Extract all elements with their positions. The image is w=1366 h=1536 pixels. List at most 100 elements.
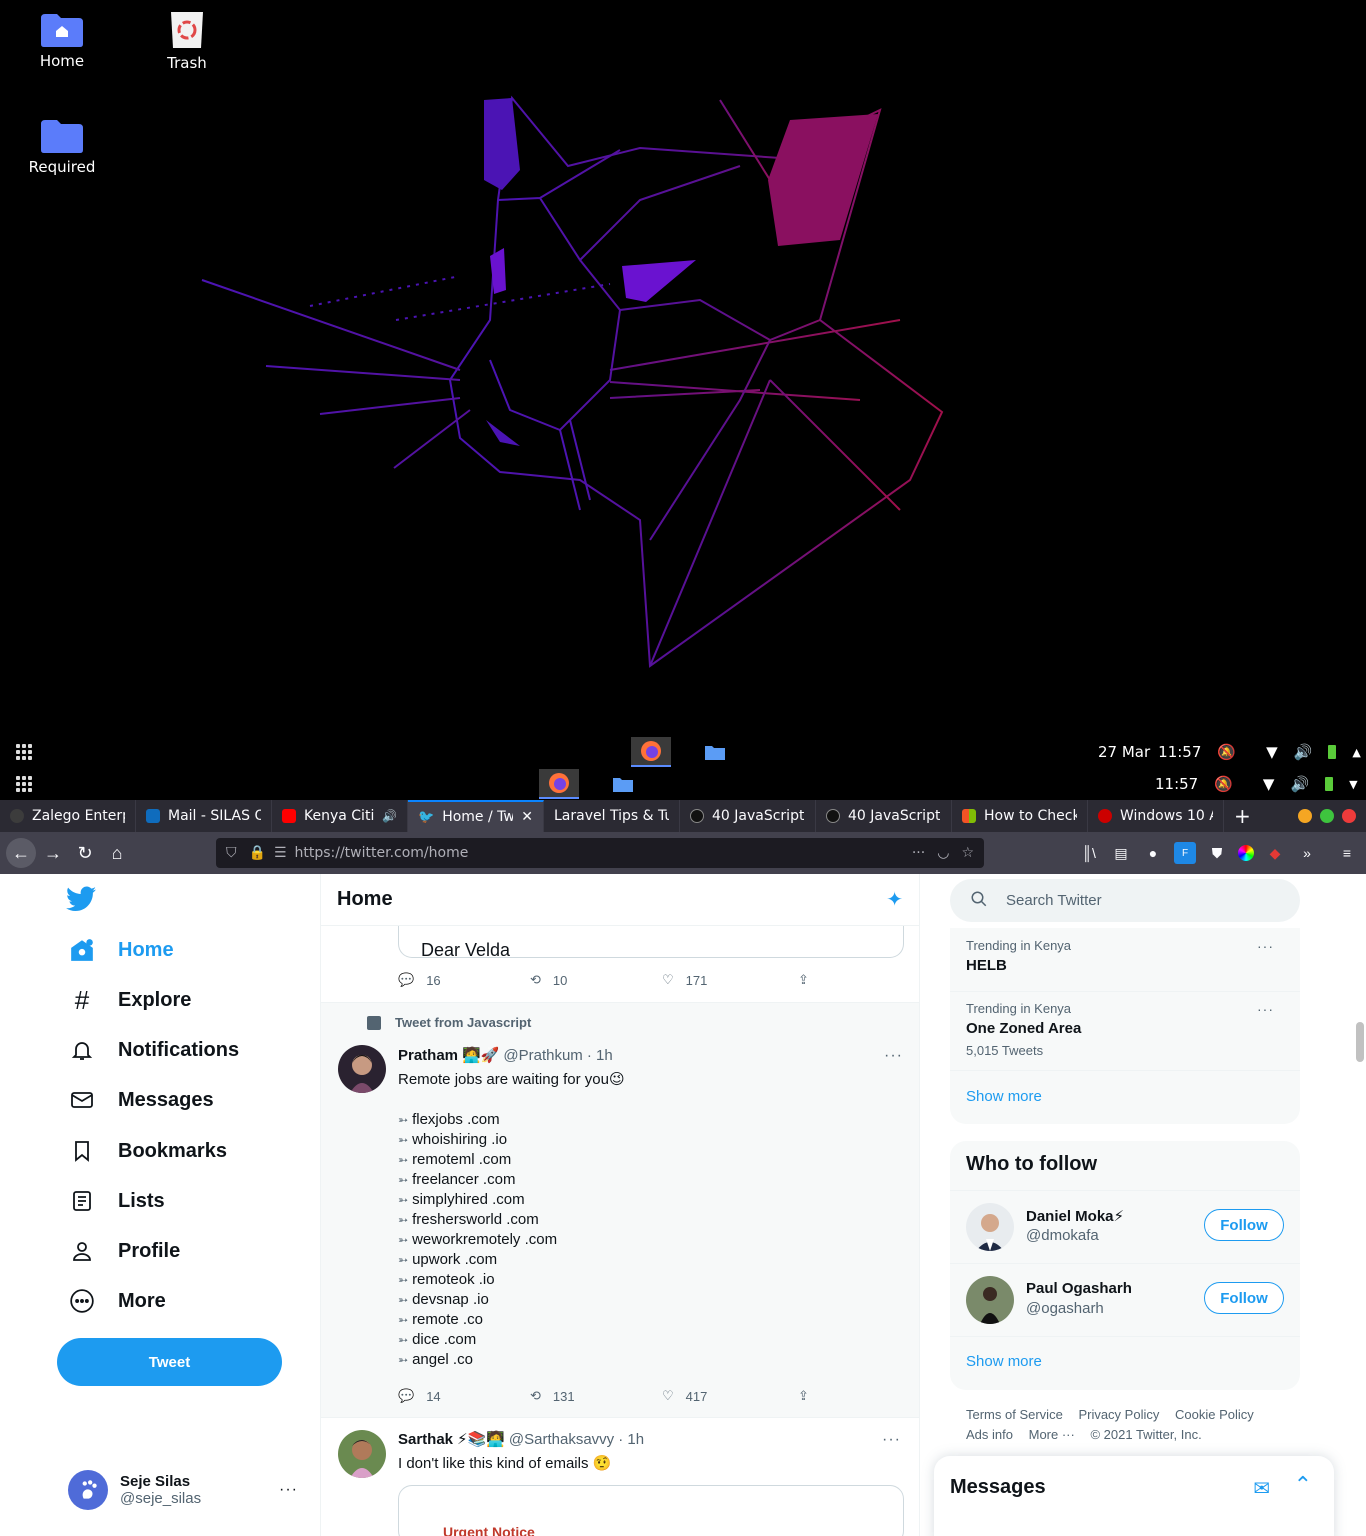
link-text[interactable]: freshersworld .com xyxy=(412,1211,539,1228)
color-picker-icon[interactable] xyxy=(1238,845,1254,861)
tab-audio-icon[interactable]: 🔊 xyxy=(382,809,397,823)
link-text[interactable]: whoishiring .io xyxy=(412,1131,507,1148)
eraser-icon[interactable]: ◆ xyxy=(1264,842,1286,864)
url-text[interactable]: https://twitter.com/home xyxy=(295,845,469,861)
tweet-article[interactable]: Tweet from Javascript Pratham 🧑‍💻🚀 @Prat… xyxy=(321,1003,919,1417)
follow-suggestion[interactable]: Daniel Moka⚡ @dmokafa Follow xyxy=(950,1191,1300,1263)
desktop-icon-trash[interactable]: Trash xyxy=(142,10,232,72)
link-text[interactable]: upwork .com xyxy=(412,1251,497,1268)
library-icon[interactable]: ║\ xyxy=(1078,842,1100,864)
avatar[interactable] xyxy=(338,1045,386,1093)
apps-grid-icon[interactable] xyxy=(16,744,32,760)
trend-more-icon[interactable]: ··· xyxy=(1257,1001,1274,1017)
quoted-card[interactable]: Dear Velda xyxy=(398,926,904,958)
follow-suggestion[interactable]: Paul Ogasharh @ogasharh Follow xyxy=(950,1264,1300,1336)
nav-lists[interactable]: Lists xyxy=(66,1185,165,1217)
nav-bookmarks[interactable]: Bookmarks xyxy=(66,1135,227,1167)
search-input[interactable]: Search Twitter xyxy=(950,879,1300,922)
tweet-time[interactable]: · 1h xyxy=(618,1431,644,1448)
nav-profile[interactable]: Profile xyxy=(66,1235,180,1267)
panel-date[interactable]: 27 Mar xyxy=(1098,743,1150,761)
hamburger-menu-icon[interactable]: ≡ xyxy=(1336,842,1358,864)
link-text[interactable]: freelancer .com xyxy=(412,1171,515,1188)
notifications-muted-icon[interactable]: 🔕 xyxy=(1214,775,1233,793)
media-card[interactable]: Urgent Notice xyxy=(398,1485,904,1536)
desktop-icon-home[interactable]: Home xyxy=(17,12,107,70)
like-button[interactable]: ♡ 417 xyxy=(662,1388,794,1404)
tweet-button[interactable]: Tweet xyxy=(57,1338,282,1386)
taskbar-files[interactable] xyxy=(695,737,735,767)
panel-time[interactable]: 11:57 xyxy=(1158,743,1201,761)
tab-mail[interactable]: Mail - SILAS O xyxy=(136,800,272,832)
battery-icon[interactable] xyxy=(1328,745,1337,759)
share-button[interactable]: ⇪ xyxy=(798,1388,809,1404)
tab-close-icon[interactable]: ✕ xyxy=(521,809,533,825)
twitter-logo-icon[interactable] xyxy=(66,886,96,912)
retweet-button[interactable]: ⟲ 10 xyxy=(530,972,662,988)
retweet-button[interactable]: ⟲ 131 xyxy=(530,1388,662,1404)
tray-menu-arrow-icon[interactable]: ▲ xyxy=(1352,746,1360,759)
wifi-icon[interactable]: ▼ xyxy=(1266,743,1278,761)
link-text[interactable]: remoteml .com xyxy=(412,1151,511,1168)
tab-kenya-citizen[interactable]: Kenya Citiz 🔊 xyxy=(272,800,408,832)
url-bar[interactable]: ⛉ 🔒 ☰ https://twitter.com/home ··· ◡ ☆ xyxy=(216,838,984,868)
account-icon[interactable]: ● xyxy=(1142,842,1164,864)
terms-link[interactable]: Terms of Service xyxy=(966,1407,1063,1422)
nav-more[interactable]: More xyxy=(66,1285,166,1317)
avatar[interactable] xyxy=(338,1430,386,1478)
tab-laravel-tips[interactable]: Laravel Tips & Tu xyxy=(544,800,680,832)
link-text[interactable]: simplyhired .com xyxy=(412,1191,525,1208)
new-message-icon[interactable]: ✉ xyxy=(1253,1476,1270,1501)
author-handle[interactable]: @Sarthaksavvy xyxy=(509,1431,614,1448)
page-scrollbar[interactable] xyxy=(1356,1022,1364,1062)
link-text[interactable]: dice .com xyxy=(412,1331,476,1348)
expand-up-icon[interactable]: ⌃ xyxy=(1294,1472,1312,1498)
link-text[interactable]: remote .co xyxy=(412,1311,483,1328)
tab-twitter-home[interactable]: 🐦 Home / Twi ✕ xyxy=(408,800,544,832)
account-switcher[interactable]: Seje Silas @seje_silas ··· xyxy=(68,1470,298,1510)
show-more-link[interactable]: Show more xyxy=(966,1088,1042,1105)
desktop-icon-required[interactable]: Required xyxy=(17,118,107,176)
link-text[interactable]: weworkremotely .com xyxy=(412,1231,557,1248)
show-more-link[interactable]: Show more xyxy=(966,1353,1042,1370)
minimize-button[interactable] xyxy=(1298,809,1312,823)
tweet-more-icon[interactable]: ··· xyxy=(882,1431,901,1449)
reload-button[interactable]: ↻ xyxy=(70,838,100,868)
reply-button[interactable]: 💬 14 xyxy=(398,1388,530,1404)
link-text[interactable]: angel .co xyxy=(412,1351,473,1368)
pocket-icon[interactable]: ◡ xyxy=(937,845,949,861)
account-more-icon[interactable]: ··· xyxy=(279,1481,298,1499)
overflow-chevron-icon[interactable]: » xyxy=(1296,842,1318,864)
taskbar-files[interactable] xyxy=(603,769,643,799)
sidebar-icon[interactable]: ▤ xyxy=(1110,842,1132,864)
avatar[interactable] xyxy=(966,1203,1014,1251)
sparkle-icon[interactable]: ✦ xyxy=(886,887,903,912)
privacy-badger-icon[interactable]: ⛊ xyxy=(1206,842,1228,864)
tab-javascript-2[interactable]: 40 JavaScript xyxy=(816,800,952,832)
apps-grid-icon[interactable] xyxy=(16,776,32,792)
link-text[interactable]: flexjobs .com xyxy=(412,1111,500,1128)
home-button[interactable]: ⌂ xyxy=(102,838,132,868)
wifi-icon[interactable]: ▼ xyxy=(1263,775,1275,793)
permissions-icon[interactable]: ☰ xyxy=(274,845,287,861)
notifications-muted-icon[interactable]: 🔕 xyxy=(1217,743,1236,761)
footer-more-link[interactable]: More ··· xyxy=(1029,1427,1075,1442)
follow-button[interactable]: Follow xyxy=(1204,1282,1284,1314)
shield-icon[interactable]: ⛉ xyxy=(226,845,237,861)
trend-more-icon[interactable]: ··· xyxy=(1257,938,1274,954)
tab-how-to-check[interactable]: How to Check xyxy=(952,800,1088,832)
new-tab-plus-icon[interactable]: + xyxy=(1234,804,1251,828)
tab-zalego[interactable]: Zalego Enterp xyxy=(0,800,136,832)
battery-icon[interactable] xyxy=(1325,777,1334,791)
trend-item[interactable]: Trending in Kenya One Zoned Area 5,015 T… xyxy=(966,1001,1284,1058)
cookie-link[interactable]: Cookie Policy xyxy=(1175,1407,1254,1422)
follow-button[interactable]: Follow xyxy=(1204,1209,1284,1241)
nav-notifications[interactable]: Notifications xyxy=(66,1034,239,1066)
taskbar-firefox[interactable] xyxy=(539,769,579,799)
bookmark-star-icon[interactable]: ☆ xyxy=(961,845,974,861)
extension-icon[interactable]: F xyxy=(1174,842,1196,864)
tab-windows-10[interactable]: Windows 10 A xyxy=(1088,800,1224,832)
volume-icon[interactable]: 🔊 xyxy=(1294,743,1313,761)
taskbar-firefox[interactable] xyxy=(631,737,671,767)
panel-time[interactable]: 11:57 xyxy=(1155,775,1198,793)
